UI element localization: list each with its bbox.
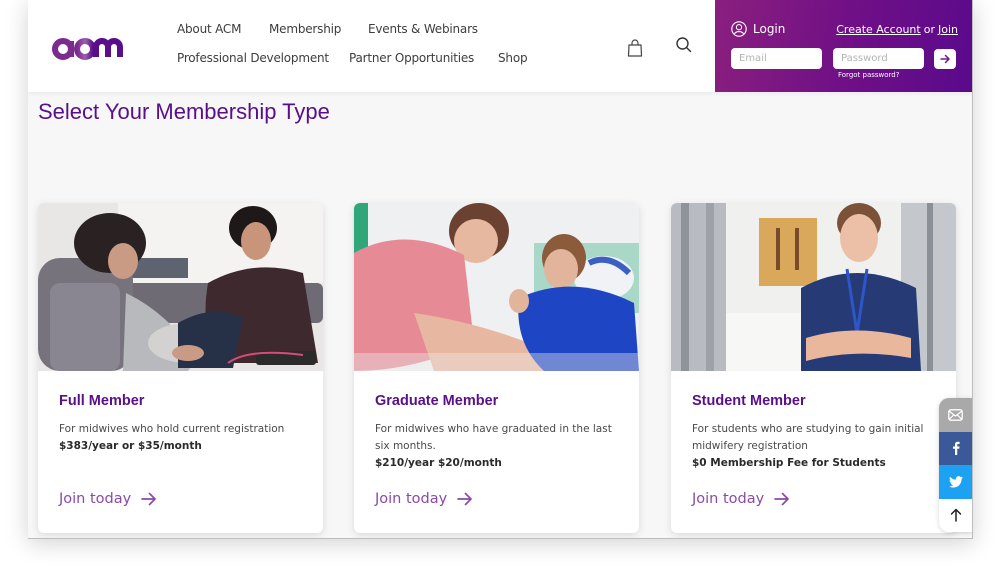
arrow-right-icon xyxy=(939,54,950,64)
back-to-top-icon xyxy=(950,509,961,522)
join-today-link[interactable]: Join today xyxy=(59,491,157,507)
card-price: $210/year $20/month xyxy=(375,457,502,469)
card-description: For midwives who have graduated in the l… xyxy=(375,421,625,472)
nav-events-webinars[interactable]: Events & Webinars xyxy=(368,22,478,36)
join-today-label: Join today xyxy=(692,491,765,507)
card-title: Student Member xyxy=(692,393,806,409)
page-title: Select Your Membership Type xyxy=(38,99,330,124)
share-bar xyxy=(939,398,972,532)
login-panel: Login Create AccountorJoin Forgot passwo… xyxy=(715,0,972,92)
shopping-bag-icon xyxy=(627,39,643,57)
membership-card-full: Full Member For midwives who hold curren… xyxy=(38,203,323,533)
browser-viewport: About ACM Membership Events & Webinars P… xyxy=(28,0,973,539)
membership-card-graduate: Graduate Member For midwives who have gr… xyxy=(354,203,639,533)
search-icon xyxy=(676,37,692,53)
arrow-right-icon xyxy=(141,492,157,506)
create-account-link[interactable]: Create Account xyxy=(836,23,920,36)
nav-partner-opportunities[interactable]: Partner Opportunities xyxy=(349,51,474,65)
card-title: Graduate Member xyxy=(375,393,499,409)
card-image xyxy=(671,203,956,371)
join-today-link[interactable]: Join today xyxy=(375,491,473,507)
nav-membership[interactable]: Membership xyxy=(269,22,341,36)
share-facebook-button[interactable] xyxy=(939,431,972,465)
card-description-text: For students who are studying to gain in… xyxy=(692,423,924,452)
email-input[interactable] xyxy=(731,48,822,69)
arrow-right-icon xyxy=(774,492,790,506)
login-submit-button[interactable] xyxy=(934,49,956,69)
card-price: $383/year or $35/month xyxy=(59,440,202,452)
nav-about-acm[interactable]: About ACM xyxy=(177,22,241,36)
join-link[interactable]: Join xyxy=(938,23,958,36)
card-description: For midwives who hold current registrati… xyxy=(59,421,309,455)
membership-card-student: Student Member For students who are stud… xyxy=(671,203,956,533)
site-header: About ACM Membership Events & Webinars P… xyxy=(28,0,972,92)
cart-button[interactable] xyxy=(624,37,646,59)
forgot-password-link[interactable]: Forgot password? xyxy=(838,71,899,79)
card-description-text: For midwives who hold current registrati… xyxy=(59,423,285,435)
password-input[interactable] xyxy=(833,48,924,69)
logo-icon xyxy=(52,38,123,60)
twitter-icon xyxy=(948,475,963,488)
card-price: $0 Membership Fee for Students xyxy=(692,457,886,469)
card-image xyxy=(38,203,323,371)
account-links: Create Account or Join xyxy=(836,23,958,36)
card-description: For students who are studying to gain in… xyxy=(692,421,942,472)
arrow-right-icon xyxy=(457,492,473,506)
card-description-text: For midwives who have graduated in the l… xyxy=(375,423,612,452)
user-icon xyxy=(731,21,747,37)
nav-professional-development[interactable]: Professional Development xyxy=(177,51,329,65)
email-icon xyxy=(948,408,963,421)
facebook-icon xyxy=(952,442,960,456)
or-text: or xyxy=(923,23,935,36)
login-label: Login xyxy=(753,22,786,36)
share-twitter-button[interactable] xyxy=(939,465,972,499)
join-today-label: Join today xyxy=(59,491,132,507)
card-title: Full Member xyxy=(59,393,145,409)
card-image xyxy=(354,203,639,371)
nav-shop[interactable]: Shop xyxy=(498,51,528,65)
login-heading: Login xyxy=(731,21,785,37)
join-today-label: Join today xyxy=(375,491,448,507)
search-button[interactable] xyxy=(673,34,695,56)
share-email-button[interactable] xyxy=(939,398,972,432)
acm-logo[interactable] xyxy=(52,31,128,61)
join-today-link[interactable]: Join today xyxy=(692,491,790,507)
back-to-top-button[interactable] xyxy=(939,498,972,532)
